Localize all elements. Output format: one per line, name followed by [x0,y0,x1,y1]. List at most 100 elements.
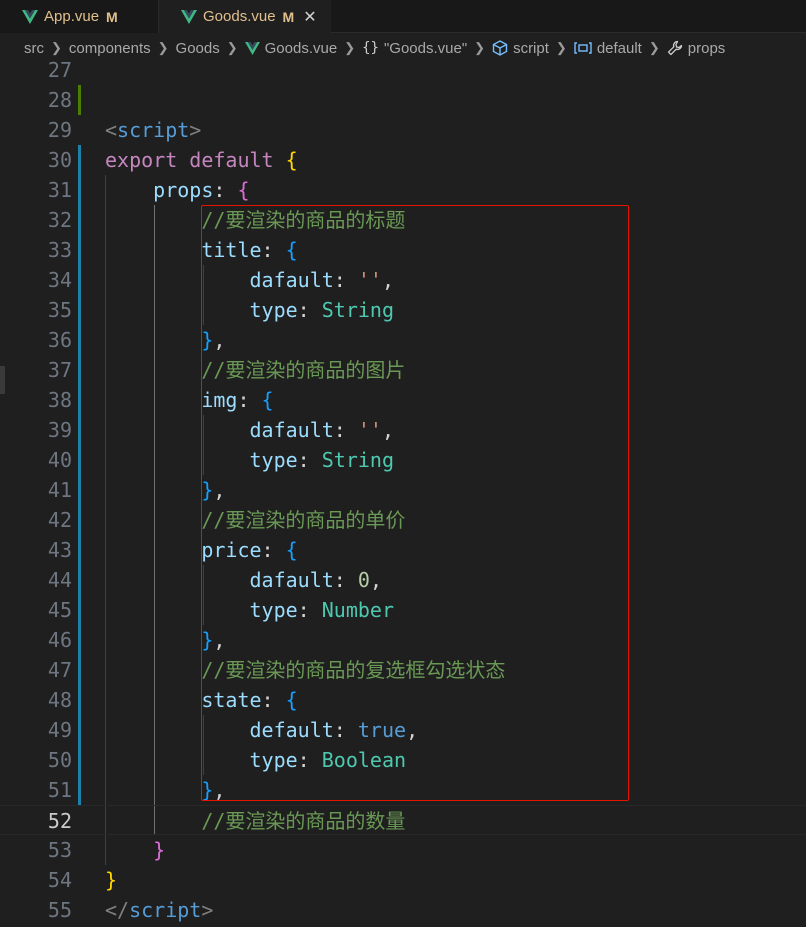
code-line[interactable]: 36 }, [0,325,806,355]
chevron-right-icon: ❯ [51,40,62,55]
breadcrumb-label: script [513,39,549,57]
line-code: </script> [105,895,213,925]
code-token: //要渲染的商品的复选框勾选状态 [201,658,506,682]
code-line[interactable]: 52 //要渲染的商品的数量 [0,805,806,835]
line-number: 41 [47,478,72,502]
breadcrumb-script[interactable]: script [492,40,549,57]
tab-bar-empty [331,0,806,33]
code-line[interactable]: 41 }, [0,475,806,505]
code-token: , [213,628,226,652]
code-line[interactable]: 38 img: { [0,385,806,415]
breadcrumb-src[interactable]: src [24,40,44,57]
tab-app-vue[interactable]: App.vue M [0,0,159,33]
breadcrumb-label: Goods [175,39,220,57]
line-number: 49 [47,718,72,742]
line-code: dafault: 0, [105,565,382,595]
code-line[interactable]: 28 [0,85,806,115]
code-line[interactable]: 42 //要渲染的商品的单价 [0,505,806,535]
code-token: , [213,478,226,502]
code-line[interactable]: 54} [0,865,806,895]
code-line[interactable]: 55 </script> [0,895,806,925]
code-token: , [213,328,226,352]
breadcrumb-label: default [596,39,642,57]
breadcrumb-components[interactable]: components [69,40,151,57]
code-token: //要渲染的商品的标题 [201,208,406,232]
line-number: 39 [47,418,72,442]
code-token: type [249,748,298,772]
code-line[interactable]: 31 props: { [0,175,806,205]
line-number: 43 [47,538,72,562]
breadcrumb-goods-vue[interactable]: Goods.vue [244,40,337,57]
code-line[interactable]: 46 }, [0,625,806,655]
code-token: export [105,148,178,172]
code-line[interactable]: 48 state: { [0,685,806,715]
code-line[interactable]: 30 export default { [0,145,806,175]
code-line[interactable]: 39 dafault: '', [0,415,806,445]
code-token: : [333,418,358,442]
line-code: default: true, [105,715,419,745]
code-line[interactable]: 49 default: true, [0,715,806,745]
line-number: 29 [47,118,72,142]
code-token: //要渲染的商品的数量 [201,809,406,833]
code-line[interactable]: 32 //要渲染的商品的标题 [0,205,806,235]
code-token: : [297,448,322,472]
line-number: 48 [47,688,72,712]
code-token: } [201,778,214,802]
code-line[interactable]: 45 type: Number [0,595,806,625]
line-code: //要渲染的商品的复选框勾选状态 [105,655,505,685]
line-number: 52 [47,809,72,833]
breadcrumb-goods[interactable]: Goods [176,40,220,57]
code-token: : [297,748,322,772]
code-line[interactable]: 33 title: { [0,235,806,265]
breadcrumb-module[interactable]: {} "Goods.vue" [362,40,467,57]
code-token: : [261,688,286,712]
code-token: script [117,118,190,142]
line-number: 35 [47,298,72,322]
code-editor[interactable]: 27 28 29 <script> 30 export default {31 props… [0,58,806,927]
vue-icon [244,41,260,55]
code-token: : [237,388,262,412]
code-line[interactable]: 35 type: String [0,295,806,325]
close-icon[interactable]: ✕ [303,7,316,27]
tab-goods-vue[interactable]: Goods.vue M ✕ [159,0,331,33]
code-token: : [333,568,358,592]
code-line[interactable]: 53 } [0,835,806,865]
line-code: price: { [105,535,297,565]
code-token: dafault [249,268,334,292]
code-line[interactable]: 50 type: Boolean [0,745,806,775]
code-token: , [406,718,419,742]
code-line[interactable]: 43 price: { [0,535,806,565]
chevron-right-icon: ❯ [344,40,356,55]
chevron-right-icon: ❯ [555,40,567,55]
line-code: }, [105,325,225,355]
line-code: //要渲染的商品的单价 [105,505,405,535]
code-line[interactable]: 27 [0,55,806,85]
code-token: String [321,448,395,472]
line-number: 27 [47,58,72,82]
line-number: 53 [47,838,72,862]
code-line[interactable]: 44 dafault: 0, [0,565,806,595]
line-number: 34 [47,268,72,292]
code-line[interactable]: 40 type: String [0,445,806,475]
code-token: { [237,178,250,202]
code-line[interactable]: 47 //要渲染的商品的复选框勾选状态 [0,655,806,685]
code-line[interactable]: 34 dafault: '', [0,265,806,295]
code-token: price [201,538,262,562]
code-line[interactable]: 51 }, [0,775,806,805]
line-code: dafault: '', [105,415,395,445]
chevron-right-icon: ❯ [226,40,238,55]
breadcrumb-default[interactable]: default [574,40,642,57]
code-token: } [153,838,166,862]
code-line[interactable]: 29 <script> [0,115,806,145]
code-line[interactable]: 37 //要渲染的商品的图片 [0,355,806,385]
line-code: }, [105,775,225,805]
line-number: 32 [47,208,72,232]
breadcrumb-props[interactable]: props [667,40,725,57]
